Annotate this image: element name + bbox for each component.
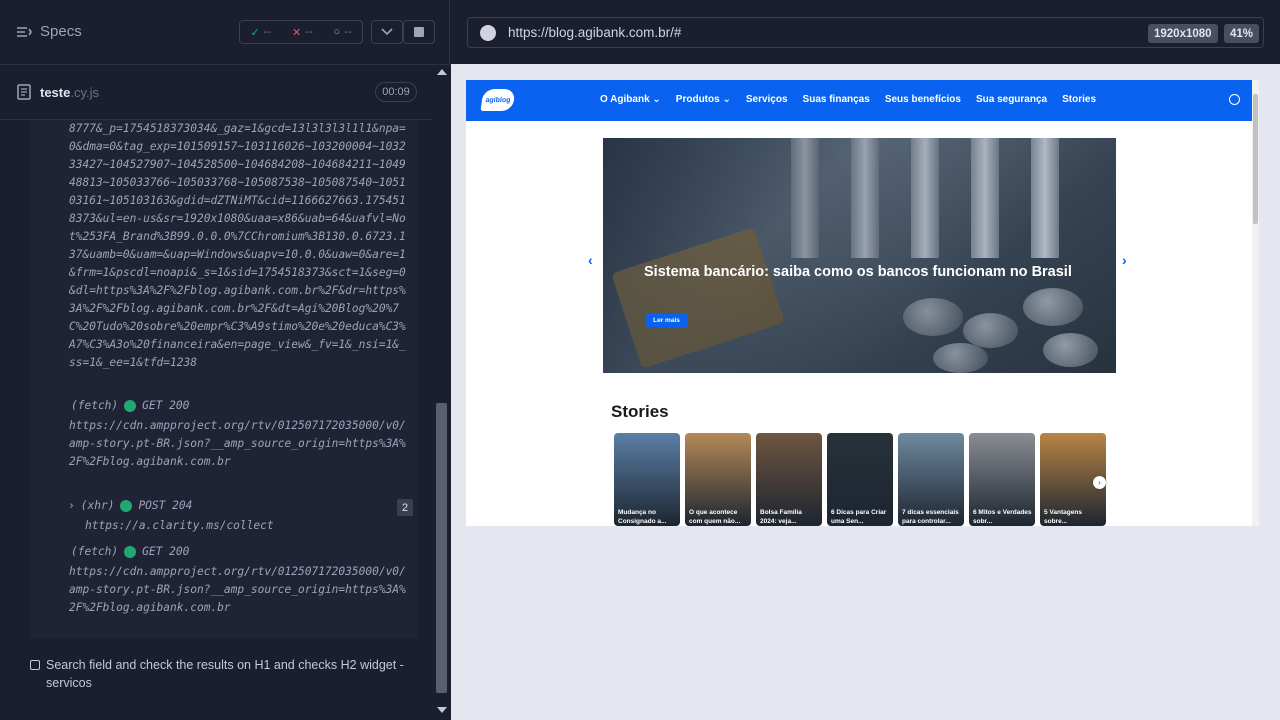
nav-item[interactable]: Produtos ⌄ [676,94,731,105]
story-card[interactable]: 6 Mitos e Verdades sobr... [969,433,1035,526]
hero-title[interactable]: Sistema bancário: saiba como os bancos f… [644,263,1074,282]
specs-toggle[interactable]: Specs [16,23,82,40]
log-url: https://cdn.ampproject.org/rtv/012507172… [69,419,406,468]
request-count-badge: 2 [397,499,413,516]
cross-icon: ✕ [292,26,302,39]
nav-item[interactable]: O Agibank ⌄ [600,94,661,105]
specs-header: Specs ✓ -- ✕ -- ○ -- [0,0,450,65]
page-scrollbar[interactable] [1252,80,1259,526]
zoom-badge: 41% [1224,24,1260,43]
passed-stat: ✓ -- [250,26,272,39]
run-timer: 00:09 [375,82,417,102]
log-scrollbar[interactable] [433,65,450,720]
story-card[interactable]: Mudança no Consignado a... [614,433,680,526]
agiblog-logo[interactable]: agiblog [480,89,516,111]
stories-next-icon[interactable]: › [1093,476,1106,489]
log-entry-fetch[interactable]: (fetch) GET 200 [71,399,189,412]
site-nav: O Agibank ⌄ Produtos ⌄ Serviços Suas finanç… [600,94,1111,105]
log-query-text: 8777&_p=1754518373034&_gaz=1&gcd=13l3l3l… [69,122,406,369]
resolution-badge: 1920x1080 [1148,24,1218,43]
stop-icon [414,27,424,37]
collapse-button[interactable] [371,20,403,44]
log-url: https://a.clarity.ms/collect [85,519,274,532]
log-entry-fetch[interactable]: (fetch) GET 200 [71,545,189,558]
story-caption: 7 dicas essenciais para controlar... [902,509,959,525]
status-dot-icon [124,399,137,412]
spec-file-header: teste.cy.js 00:09 [0,65,432,120]
menu-icon [17,26,32,37]
spinner-icon: ○ [333,26,341,38]
test-title: Search field and check the results on H1… [46,658,404,690]
nav-item[interactable]: Sua segurança [976,94,1047,105]
url-bar[interactable]: https://blog.agibank.com.br/# 1920x1080 … [467,17,1264,48]
log-entry-xhr[interactable]: › (xhr) POST 204 [68,499,192,512]
command-log: 8777&_p=1754518373034&_gaz=1&gcd=13l3l3l… [30,120,417,638]
story-caption: Bolsa Família 2024: veja... [760,509,802,525]
carousel-next-icon[interactable]: › [1122,252,1127,268]
story-caption: Mudança no Consignado a... [618,509,667,525]
story-caption: O que acontece com quem não... [689,509,741,525]
spec-file-name[interactable]: teste.cy.js [40,85,99,100]
specs-label: Specs [40,23,82,40]
failed-stat: ✕ -- [292,26,313,39]
scroll-up-icon[interactable] [437,69,447,75]
nav-item[interactable]: Serviços [746,94,788,105]
scroll-down-icon[interactable] [437,707,447,713]
cypress-reporter-panel: Specs ✓ -- ✕ -- ○ -- teste.cy.js 00:09 8777… [0,0,450,720]
test-stats: ✓ -- ✕ -- ○ -- [239,20,363,44]
pending-test-icon [30,660,40,670]
test-item[interactable]: Search field and check the results on H1… [30,656,420,692]
story-caption: 6 Dicas para Criar uma Sen... [831,509,887,525]
nav-item[interactable]: Suas finanças [803,94,870,105]
nav-item[interactable]: Seus benefícios [885,94,961,105]
browser-toolbar: https://blog.agibank.com.br/# 1920x1080 … [451,0,1280,64]
story-card[interactable]: Bolsa Família 2024: veja... [756,433,822,526]
page-scroll-thumb[interactable] [1253,94,1258,224]
log-url: https://cdn.ampproject.org/rtv/012507172… [69,565,406,614]
check-icon: ✓ [250,26,260,39]
app-preview-panel: https://blog.agibank.com.br/# 1920x1080 … [451,0,1280,720]
stories-heading: Stories [611,402,669,421]
story-card[interactable]: 7 dicas essenciais para controlar... [898,433,964,526]
story-card[interactable]: O que acontece com quem não... [685,433,751,526]
site-header: agiblog O Agibank ⌄ Produtos ⌄ Serviços Sua… [466,80,1253,121]
status-dot-icon [124,545,137,558]
search-icon[interactable] [1229,94,1240,105]
chevron-right-icon: › [68,499,75,512]
read-more-button[interactable]: Ler mais [646,314,687,327]
chevron-down-icon [381,28,393,36]
stop-button[interactable] [403,20,435,44]
globe-icon [480,25,496,41]
hero-carousel-slide[interactable]: Sistema bancário: saiba como os bancos f… [603,138,1116,373]
story-caption: 6 Mitos e Verdades sobr... [973,509,1032,525]
story-card[interactable]: 6 Dicas para Criar uma Sen... [827,433,893,526]
file-icon [17,84,31,100]
story-caption: 5 Vantagens sobre... [1044,509,1082,525]
pending-stat: ○ -- [333,26,352,38]
nav-item[interactable]: Stories [1062,94,1096,105]
url-text: https://blog.agibank.com.br/# [508,25,682,40]
status-dot-icon [120,499,133,512]
carousel-prev-icon[interactable]: ‹ [588,252,593,268]
scroll-thumb[interactable] [436,403,447,693]
app-viewport: agiblog O Agibank ⌄ Produtos ⌄ Serviços Sua… [466,80,1259,526]
